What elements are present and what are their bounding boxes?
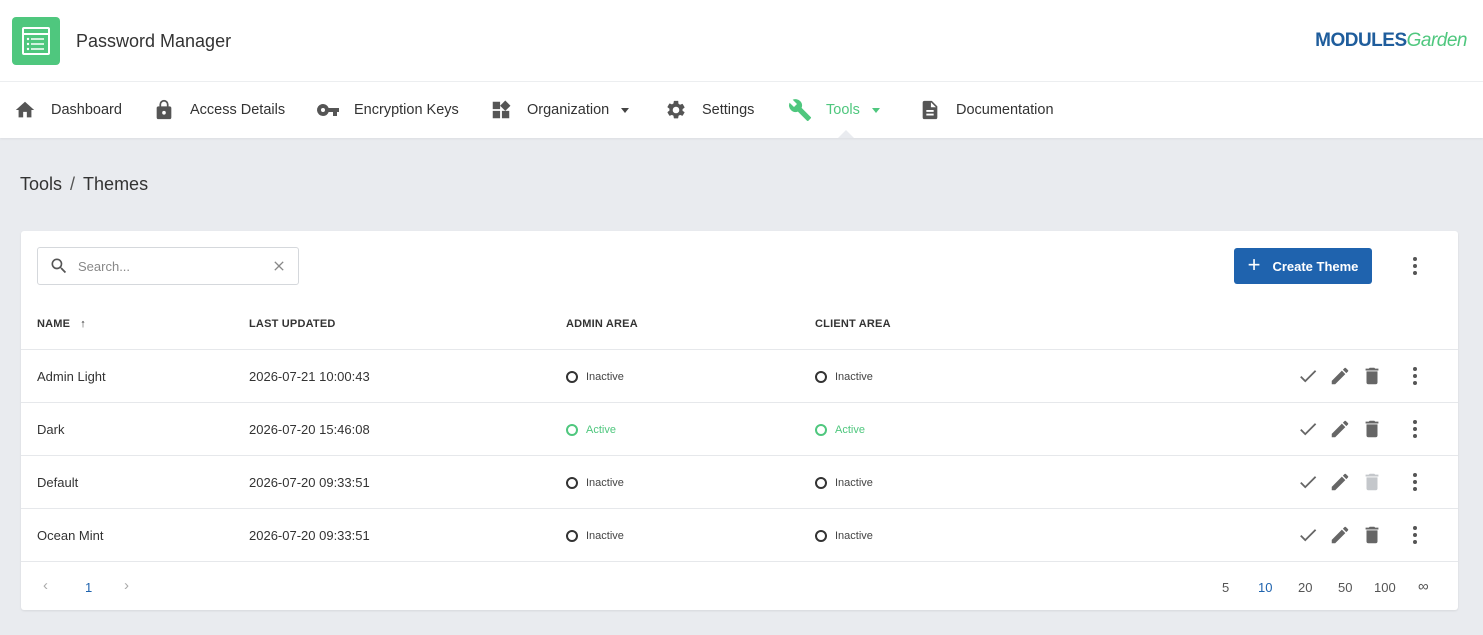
row-more-options-icon[interactable] — [1403, 364, 1427, 388]
chevron-down-icon — [871, 107, 880, 113]
page-size-10[interactable]: 10 — [1258, 580, 1272, 595]
plus-icon: + — [1247, 252, 1261, 277]
status-circle-icon — [566, 529, 578, 542]
theme-name: Default — [37, 475, 79, 490]
nav-item-dashboard[interactable]: Dashboard — [13, 82, 122, 138]
chevron-left-icon[interactable]: ‹ — [43, 577, 48, 594]
client-area-status: Inactive — [815, 350, 873, 403]
wrench-icon — [788, 98, 812, 122]
status-circle-icon — [815, 423, 827, 436]
admin-area-status: Inactive — [566, 509, 624, 562]
app-logo-icon[interactable] — [12, 17, 60, 65]
chevron-down-icon — [621, 107, 630, 113]
column-header-name[interactable]: NAME ↑ — [37, 318, 86, 330]
close-icon[interactable] — [271, 258, 287, 274]
activate-check-icon[interactable] — [1296, 470, 1320, 494]
status-circle-icon — [566, 370, 578, 383]
nav-item-access-details[interactable]: Access Details — [152, 82, 285, 138]
client-area-status: Active — [815, 403, 865, 456]
edit-pencil-icon[interactable] — [1328, 470, 1352, 494]
delete-trash-icon[interactable] — [1360, 523, 1384, 547]
table-row: Admin Light 2026-07-21 10:00:43 Inactive… — [21, 349, 1458, 402]
nav-item-encryption-keys[interactable]: Encryption Keys — [316, 82, 459, 138]
home-icon — [13, 98, 37, 122]
theme-name: Dark — [37, 422, 65, 437]
edit-pencil-icon[interactable] — [1328, 417, 1352, 441]
column-header-admin-area[interactable]: ADMIN AREA — [566, 318, 638, 330]
client-area-status: Inactive — [815, 509, 873, 562]
status-circle-icon — [566, 423, 578, 436]
page-size-50[interactable]: 50 — [1338, 580, 1352, 595]
row-more-options-icon[interactable] — [1403, 417, 1427, 441]
breadcrumb-themes: Themes — [83, 174, 149, 194]
page-size-20[interactable]: 20 — [1298, 580, 1312, 595]
admin-area-status: Active — [566, 403, 616, 456]
active-tab-pointer — [838, 130, 854, 138]
status-circle-icon — [566, 476, 578, 489]
row-more-options-icon[interactable] — [1403, 523, 1427, 547]
edit-pencil-icon[interactable] — [1328, 364, 1352, 388]
table-row: Default 2026-07-20 09:33:51 Inactive Ina… — [21, 455, 1458, 508]
create-theme-button[interactable]: + Create Theme — [1234, 248, 1372, 284]
modulesgarden-logo[interactable]: MODULESGarden — [1315, 30, 1467, 52]
delete-trash-icon[interactable] — [1360, 417, 1384, 441]
status-circle-icon — [815, 529, 827, 542]
delete-trash-icon-disabled — [1360, 470, 1384, 494]
edit-pencil-icon[interactable] — [1328, 523, 1352, 547]
last-updated: 2026-07-21 10:00:43 — [249, 369, 370, 384]
activate-check-icon[interactable] — [1296, 523, 1320, 547]
theme-name: Admin Light — [37, 369, 106, 384]
search-box — [37, 247, 299, 285]
chevron-right-icon[interactable]: › — [124, 577, 129, 594]
table-row: Ocean Mint 2026-07-20 09:33:51 Inactive … — [21, 508, 1458, 561]
top-bar: Password Manager MODULESGarden — [0, 0, 1483, 82]
theme-name: Ocean Mint — [37, 528, 104, 543]
admin-area-status: Inactive — [566, 350, 624, 403]
status-circle-icon — [815, 476, 827, 489]
nav-item-documentation[interactable]: Documentation — [918, 82, 1054, 138]
breadcrumb-separator: / — [70, 174, 76, 194]
table-row: Dark 2026-07-20 15:46:08 Active Active — [21, 402, 1458, 455]
page-size-100[interactable]: 100 — [1374, 580, 1396, 595]
more-options-icon[interactable] — [1403, 254, 1427, 278]
key-icon — [316, 98, 340, 122]
nav-item-settings[interactable]: Settings — [664, 82, 754, 138]
row-more-options-icon[interactable] — [1403, 470, 1427, 494]
pagination: ‹ 1 › 5 10 20 50 100 ∞ — [21, 561, 1458, 610]
lock-icon — [152, 98, 176, 122]
last-updated: 2026-07-20 09:33:51 — [249, 475, 370, 490]
breadcrumb: Tools / Themes — [20, 174, 148, 195]
activate-check-icon[interactable] — [1296, 417, 1320, 441]
activate-check-icon[interactable] — [1296, 364, 1320, 388]
breadcrumb-tools[interactable]: Tools — [20, 174, 62, 195]
widgets-icon — [489, 98, 513, 122]
last-updated: 2026-07-20 09:33:51 — [249, 528, 370, 543]
page-size-all[interactable]: ∞ — [1418, 578, 1429, 595]
delete-trash-icon[interactable] — [1360, 364, 1384, 388]
document-icon — [918, 98, 942, 122]
gear-icon — [664, 98, 688, 122]
page-size-5[interactable]: 5 — [1222, 580, 1229, 595]
page-number[interactable]: 1 — [85, 580, 92, 595]
client-area-status: Inactive — [815, 456, 873, 509]
column-header-client-area[interactable]: CLIENT AREA — [815, 318, 891, 330]
admin-area-status: Inactive — [566, 456, 624, 509]
themes-card: + Create Theme NAME↑ LAST UPDATED ADMIN … — [21, 231, 1458, 610]
column-header-last-updated[interactable]: LAST UPDATED — [249, 318, 336, 330]
search-icon — [51, 258, 67, 274]
search-input[interactable] — [78, 258, 258, 274]
nav-item-tools[interactable]: Tools — [788, 82, 880, 138]
app-title: Password Manager — [76, 31, 232, 51]
sort-ascending-icon: ↑ — [80, 318, 86, 330]
status-circle-icon — [815, 370, 827, 383]
nav-item-organization[interactable]: Organization — [489, 82, 630, 138]
main-navigation: Dashboard Access Details Encryption Keys… — [0, 82, 1483, 138]
last-updated: 2026-07-20 15:46:08 — [249, 422, 370, 437]
